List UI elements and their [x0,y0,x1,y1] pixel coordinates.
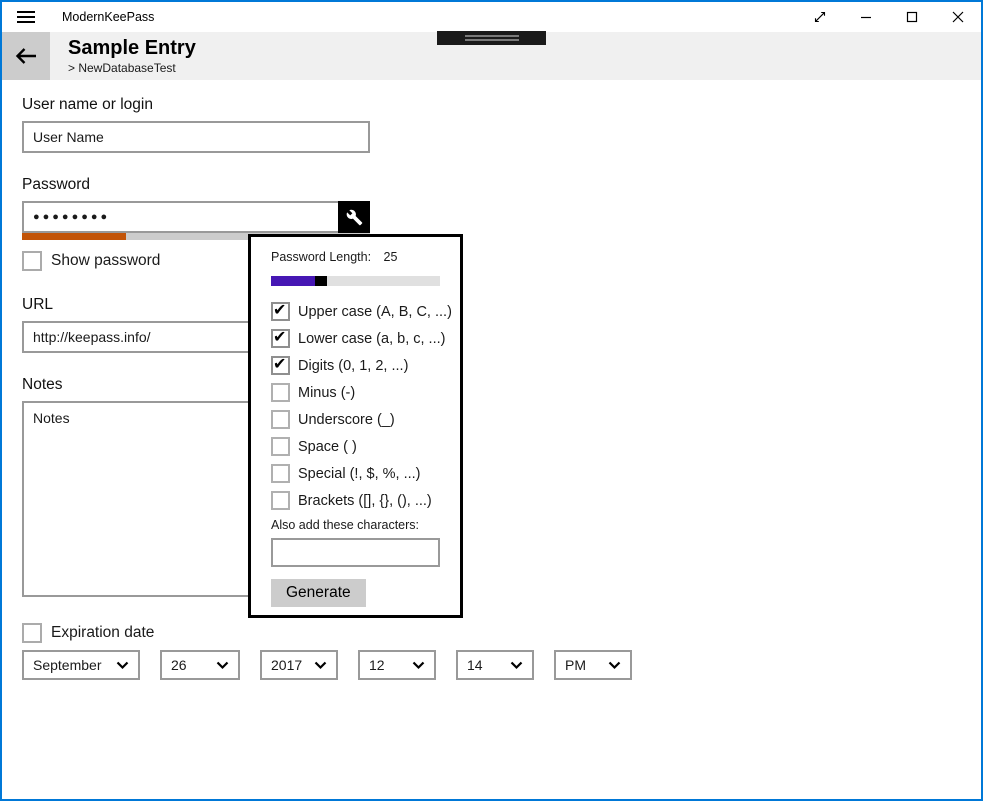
show-password-row: Show password [22,251,981,271]
chevron-down-icon [314,661,327,670]
chevron-down-icon [216,661,229,670]
day-dropdown[interactable]: 26 [160,650,240,680]
digits-checkbox[interactable] [271,356,290,375]
uppercase-label: Upper case (A, B, C, ...) [298,304,452,320]
expiration-date-row: September 26 2017 12 14 PM [22,650,981,680]
option-row-uppercase: Upper case (A, B, C, ...) [271,302,440,321]
window-controls [797,2,981,32]
year-value: 2017 [271,657,302,673]
close-button[interactable] [935,2,981,32]
expiration-label: Expiration date [51,624,154,642]
lowercase-label: Lower case (a, b, c, ...) [298,331,445,347]
back-button[interactable] [2,32,50,80]
option-row-space: Space ( ) [271,437,440,456]
ampm-value: PM [565,657,586,673]
uppercase-checkbox[interactable] [271,302,290,321]
option-row-digits: Digits (0, 1, 2, ...) [271,356,440,375]
space-checkbox[interactable] [271,437,290,456]
password-generator-button[interactable] [338,201,370,233]
username-input[interactable] [22,121,370,153]
url-label: URL [22,296,981,314]
password-length-label: Password Length: [271,250,371,264]
show-password-label: Show password [51,252,160,270]
app-window: ModernKeePass Sample Entry > NewDatabase… [0,0,983,801]
password-strength-fill [22,233,126,240]
option-row-lowercase: Lower case (a, b, c, ...) [271,329,440,348]
option-row-special: Special (!, $, %, ...) [271,464,440,483]
close-icon [952,11,964,23]
title-bar: ModernKeePass [2,2,981,32]
lowercase-checkbox[interactable] [271,329,290,348]
password-length-value: 25 [384,250,398,264]
option-row-brackets: Brackets ([], {}, (), ...) [271,491,440,510]
expiration-row: Expiration date [22,623,981,643]
brackets-checkbox[interactable] [271,491,290,510]
hamburger-menu-button[interactable] [2,2,50,32]
hour-dropdown[interactable]: 12 [358,650,436,680]
charset-options: Upper case (A, B, C, ...) Lower case (a,… [271,302,440,510]
slider-fill [271,276,315,286]
option-row-underscore: Underscore (_) [271,410,440,429]
password-length-row: Password Length: 25 [271,250,440,264]
month-dropdown[interactable]: September [22,650,140,680]
password-length-slider[interactable] [271,276,440,286]
password-generator-popup: Password Length: 25 Upper case (A, B, C,… [248,234,463,618]
underscore-checkbox[interactable] [271,410,290,429]
underscore-label: Underscore (_) [298,412,395,428]
password-label: Password [22,176,981,194]
chevron-down-icon [116,661,129,670]
month-value: September [33,657,101,673]
maximize-icon [906,11,918,23]
slider-thumb[interactable] [315,276,327,286]
minus-checkbox[interactable] [271,383,290,402]
generate-button[interactable]: Generate [271,579,366,607]
entry-form: User name or login Password ●●●●●●●● Sho… [2,80,981,680]
breadcrumb: > NewDatabaseTest [68,61,196,75]
minute-dropdown[interactable]: 14 [456,650,534,680]
also-add-label: Also add these characters: [271,518,440,532]
diagonal-resize-icon [813,10,827,24]
special-label: Special (!, $, %, ...) [298,466,421,482]
password-input[interactable]: ●●●●●●●● [22,201,370,233]
header-text: Sample Entry > NewDatabaseTest [68,32,196,80]
hour-value: 12 [369,657,385,673]
special-checkbox[interactable] [271,464,290,483]
maximize-button[interactable] [889,2,935,32]
back-arrow-icon [15,47,37,65]
wrench-icon [346,209,363,226]
space-label: Space ( ) [298,439,357,455]
expiration-checkbox[interactable] [22,623,42,643]
show-password-checkbox[interactable] [22,251,42,271]
page-title: Sample Entry [68,35,196,61]
also-add-input[interactable] [271,538,440,567]
minimize-icon [860,11,872,23]
chevron-down-icon [608,661,621,670]
digits-label: Digits (0, 1, 2, ...) [298,358,408,374]
hamburger-icon [17,8,35,26]
minimize-button[interactable] [843,2,889,32]
minus-label: Minus (-) [298,385,355,401]
chevron-down-icon [412,661,425,670]
titlebar-drag-grabber[interactable] [437,31,546,45]
day-value: 26 [171,657,187,673]
minute-value: 14 [467,657,483,673]
notes-label: Notes [22,376,981,394]
app-title: ModernKeePass [62,10,154,24]
brackets-label: Brackets ([], {}, (), ...) [298,493,432,509]
chevron-down-icon [510,661,523,670]
option-row-minus: Minus (-) [271,383,440,402]
username-label: User name or login [22,96,981,114]
ampm-dropdown[interactable]: PM [554,650,632,680]
year-dropdown[interactable]: 2017 [260,650,338,680]
fullscreen-button[interactable] [797,2,843,32]
